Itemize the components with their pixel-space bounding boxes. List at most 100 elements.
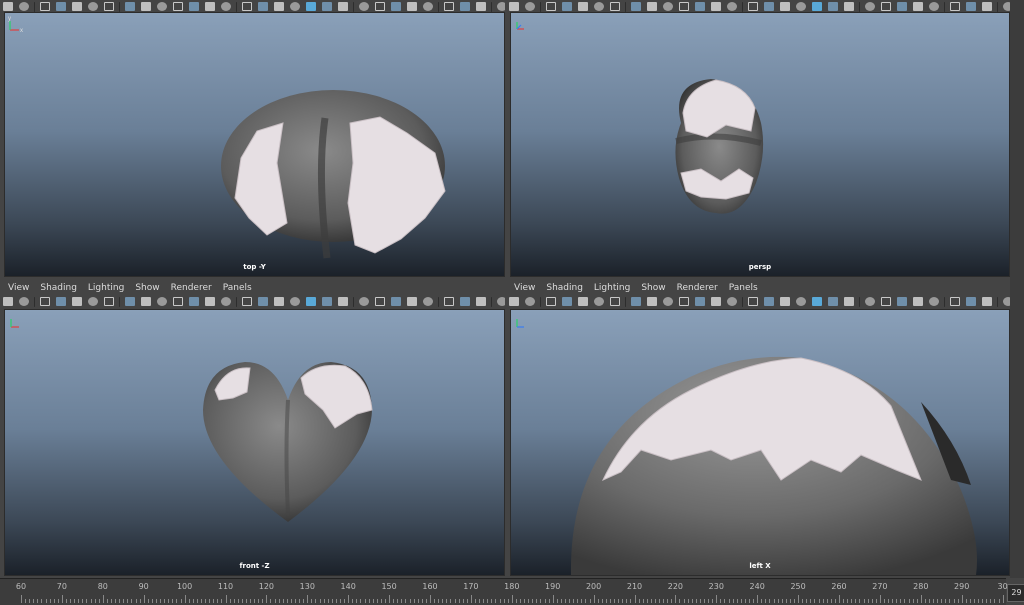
bookmark-icon[interactable] — [40, 2, 50, 11]
menu-shading[interactable]: Shading — [40, 283, 77, 293]
camera-attributes-icon[interactable] — [19, 2, 29, 11]
menu-show[interactable]: Show — [135, 283, 159, 293]
isolate-select-icon[interactable] — [929, 2, 939, 11]
shadows-icon[interactable] — [338, 297, 348, 306]
safe-action-icon[interactable] — [205, 2, 215, 11]
grid-icon[interactable] — [125, 297, 135, 306]
field-chart-icon[interactable] — [695, 297, 705, 306]
grease-pencil-icon[interactable] — [72, 2, 82, 11]
shadows-icon[interactable] — [338, 2, 348, 11]
bookmark-icon[interactable] — [546, 2, 556, 11]
film-gate-icon[interactable] — [647, 2, 657, 11]
safe-title-icon[interactable] — [221, 2, 231, 11]
camera-attributes-icon[interactable] — [525, 297, 535, 306]
safe-title-icon[interactable] — [727, 2, 737, 11]
depth-of-field-icon[interactable] — [407, 2, 417, 11]
grease-pencil-icon[interactable] — [72, 297, 82, 306]
all-lights-icon[interactable] — [828, 2, 838, 11]
2d-pan-zoom-icon[interactable] — [610, 2, 620, 11]
field-chart-icon[interactable] — [189, 297, 199, 306]
textured-icon[interactable] — [812, 297, 822, 306]
multisample-aa-icon[interactable] — [897, 2, 907, 11]
xray-components-icon[interactable] — [476, 297, 486, 306]
wireframe-icon[interactable] — [748, 2, 758, 11]
bookmark-icon[interactable] — [40, 297, 50, 306]
depth-of-field-icon[interactable] — [407, 297, 417, 306]
motion-blur-icon[interactable] — [881, 2, 891, 11]
shadows-icon[interactable] — [844, 2, 854, 11]
xray-joints-icon[interactable] — [966, 2, 976, 11]
2d-pan-zoom-icon[interactable] — [104, 297, 114, 306]
isolate-select-icon[interactable] — [423, 297, 433, 306]
time-slider[interactable]: 60 70 80 90 100 110 120 130 140 150 160 170 180 190 20… — [0, 578, 1008, 605]
menu-lighting[interactable]: Lighting — [88, 283, 124, 293]
textured-icon[interactable] — [306, 2, 316, 11]
wireframe-on-shaded-icon[interactable] — [796, 297, 806, 306]
gate-mask-icon[interactable] — [173, 2, 183, 11]
menu-shading[interactable]: Shading — [546, 283, 583, 293]
grid-icon[interactable] — [631, 2, 641, 11]
image-plane-icon[interactable] — [56, 2, 66, 11]
screen-space-ao-icon[interactable] — [865, 2, 875, 11]
gate-mask-icon[interactable] — [679, 297, 689, 306]
motion-blur-icon[interactable] — [375, 297, 385, 306]
resolution-gate-icon[interactable] — [663, 2, 673, 11]
menu-renderer[interactable]: Renderer — [171, 283, 212, 293]
textured-icon[interactable] — [306, 297, 316, 306]
camera-attributes-icon[interactable] — [19, 297, 29, 306]
motion-blur-icon[interactable] — [881, 297, 891, 306]
safe-action-icon[interactable] — [205, 297, 215, 306]
wireframe-icon[interactable] — [748, 297, 758, 306]
image-plane-icon[interactable] — [562, 2, 572, 11]
wireframe-icon[interactable] — [242, 2, 252, 11]
multisample-aa-icon[interactable] — [391, 2, 401, 11]
film-gate-icon[interactable] — [647, 297, 657, 306]
multisample-aa-icon[interactable] — [391, 297, 401, 306]
menu-renderer[interactable]: Renderer — [677, 283, 718, 293]
resolution-gate-icon[interactable] — [157, 2, 167, 11]
shadows-icon[interactable] — [844, 297, 854, 306]
xray-icon[interactable] — [444, 297, 454, 306]
wireframe-on-shaded-icon[interactable] — [290, 297, 300, 306]
use-default-material-icon[interactable] — [274, 297, 284, 306]
use-default-material-icon[interactable] — [274, 2, 284, 11]
viewport-front[interactable]: front -Z — [4, 309, 505, 576]
use-default-material-icon[interactable] — [780, 297, 790, 306]
hdr-icon[interactable] — [497, 2, 505, 11]
isolate-icon[interactable] — [88, 2, 98, 11]
xray-icon[interactable] — [950, 2, 960, 11]
all-lights-icon[interactable] — [322, 297, 332, 306]
select-camera-icon[interactable] — [3, 2, 13, 11]
menu-view[interactable]: View — [8, 283, 29, 293]
smooth-shade-icon[interactable] — [764, 2, 774, 11]
depth-of-field-icon[interactable] — [913, 2, 923, 11]
isolate-icon[interactable] — [594, 297, 604, 306]
hdr-icon[interactable] — [1003, 2, 1010, 11]
image-plane-icon[interactable] — [56, 297, 66, 306]
xray-components-icon[interactable] — [982, 297, 992, 306]
2d-pan-zoom-icon[interactable] — [104, 2, 114, 11]
viewport-top[interactable]: top -Y y x — [4, 12, 505, 277]
isolate-icon[interactable] — [88, 297, 98, 306]
smooth-shade-icon[interactable] — [258, 297, 268, 306]
menu-lighting[interactable]: Lighting — [594, 283, 630, 293]
xray-components-icon[interactable] — [476, 2, 486, 11]
2d-pan-zoom-icon[interactable] — [610, 297, 620, 306]
all-lights-icon[interactable] — [322, 2, 332, 11]
textured-icon[interactable] — [812, 2, 822, 11]
all-lights-icon[interactable] — [828, 297, 838, 306]
menu-panels[interactable]: Panels — [223, 283, 252, 293]
bookmark-icon[interactable] — [546, 297, 556, 306]
select-camera-icon[interactable] — [3, 297, 13, 306]
safe-action-icon[interactable] — [711, 297, 721, 306]
wireframe-on-shaded-icon[interactable] — [290, 2, 300, 11]
menu-panels[interactable]: Panels — [729, 283, 758, 293]
film-gate-icon[interactable] — [141, 2, 151, 11]
viewport-side[interactable]: left X — [510, 309, 1010, 576]
select-camera-icon[interactable] — [509, 2, 519, 11]
safe-title-icon[interactable] — [727, 297, 737, 306]
resolution-gate-icon[interactable] — [663, 297, 673, 306]
screen-space-ao-icon[interactable] — [359, 2, 369, 11]
current-frame-field[interactable]: 29 — [1007, 584, 1024, 602]
multisample-aa-icon[interactable] — [897, 297, 907, 306]
